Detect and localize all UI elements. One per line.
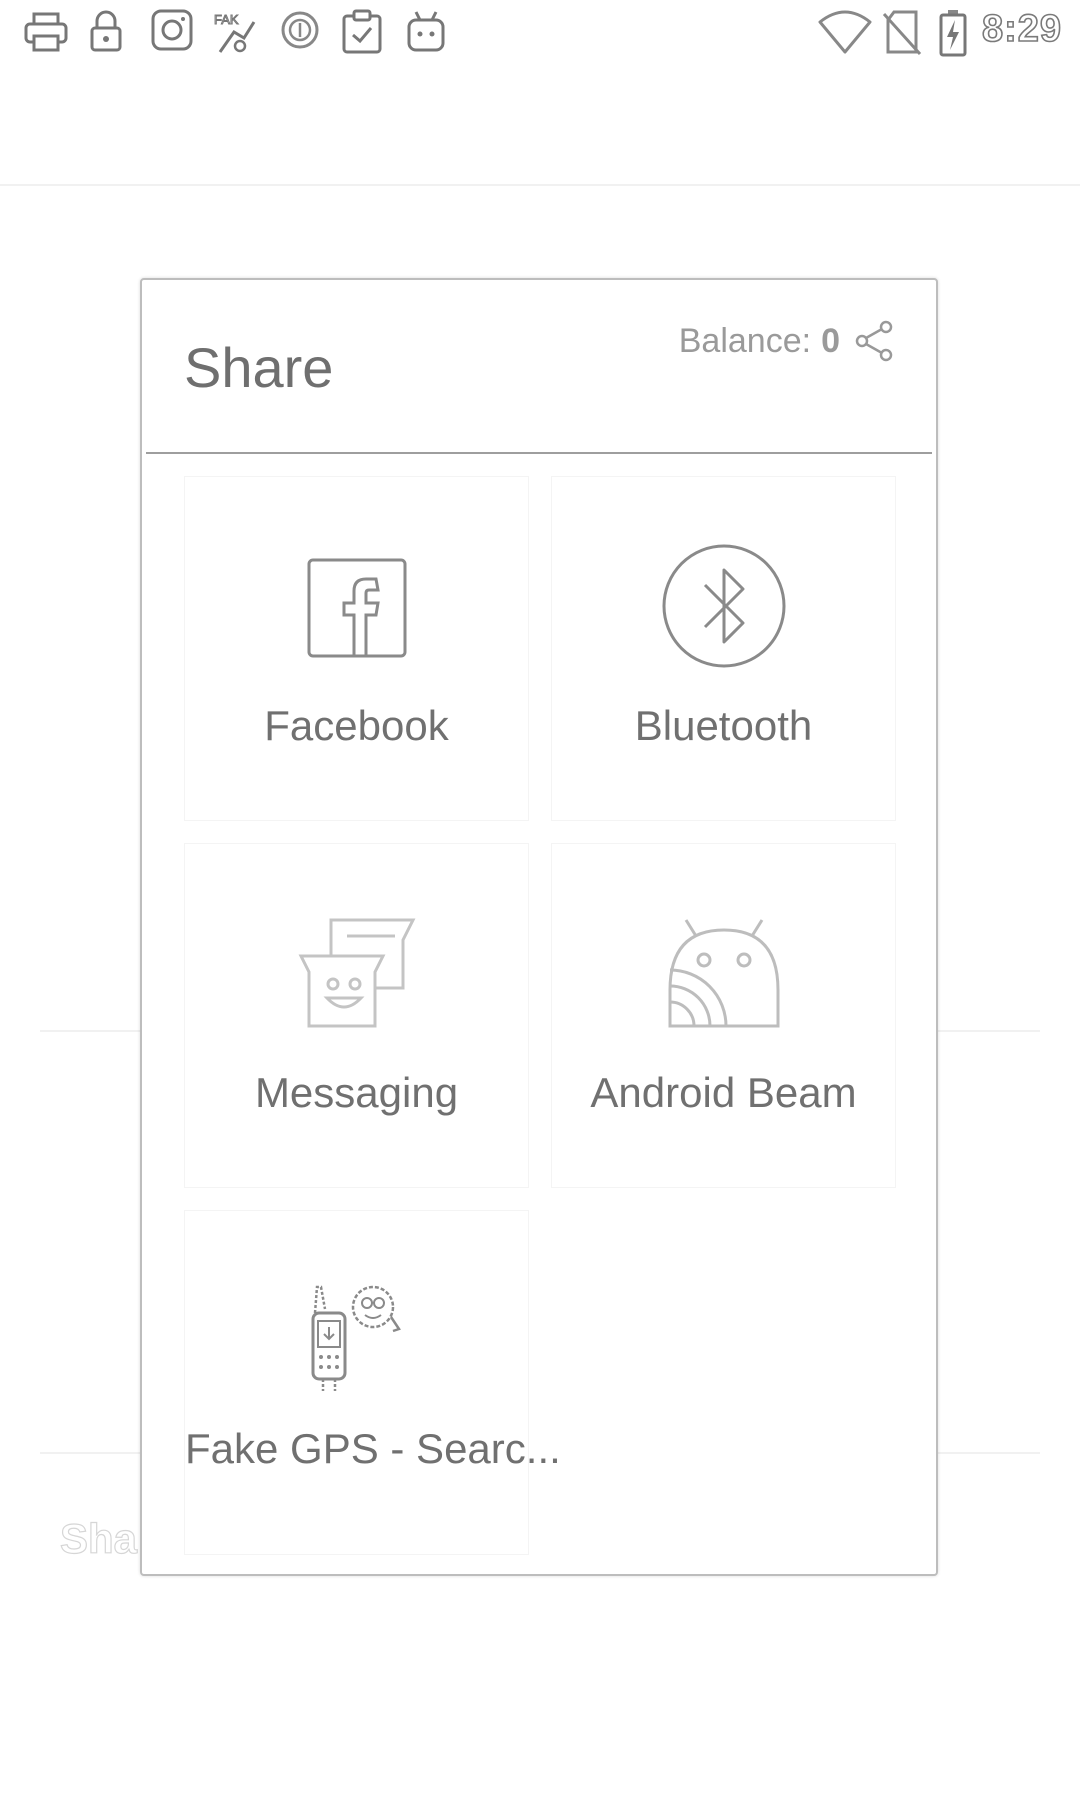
fake-gps-app-icon (311, 1285, 401, 1391)
share-icon[interactable] (854, 320, 894, 362)
balance-value: 0 (821, 321, 840, 360)
background-share-label: Sha (59, 1514, 138, 1562)
fake-gps-icon: FAK (214, 12, 256, 53)
no-sim-icon (882, 10, 922, 56)
wifi-icon (818, 10, 872, 54)
android-debug-icon (407, 11, 445, 52)
status-bar: FAK 8:29 (0, 0, 1080, 62)
balance-indicator: Balance: 0 (679, 320, 894, 362)
messaging-icon (298, 918, 415, 1028)
share-target-label: Facebook (264, 702, 449, 749)
share-target-android-beam[interactable]: Android Beam (551, 843, 896, 1188)
share-target-label: Fake GPS - Searc... (185, 1425, 561, 1472)
dialog-title: Share (184, 336, 334, 399)
battery-charging-icon (939, 10, 967, 57)
share-target-facebook[interactable]: Facebook (184, 476, 529, 821)
header-divider (146, 452, 932, 454)
share-target-label: Bluetooth (634, 702, 813, 749)
lock-icon (90, 10, 122, 52)
share-target-label: Android Beam (590, 1069, 857, 1116)
share-target-fake-gps[interactable]: Fake GPS - Searc... (184, 1210, 561, 1555)
facebook-icon (307, 558, 406, 658)
share-target-label: Messaging (254, 1069, 459, 1116)
share-dialog: Share Balance: 0 Facebook Bluetooth Mess… (140, 278, 938, 1576)
printer-icon (24, 12, 68, 52)
instagram-icon (151, 9, 193, 51)
clipboard-check-icon (342, 9, 382, 54)
balance-label: Balance: (678, 321, 812, 360)
clock: 8:29 (981, 7, 1063, 51)
vpn-icon (281, 11, 319, 49)
svg-text:FAK: FAK (214, 12, 239, 27)
share-target-bluetooth[interactable]: Bluetooth (551, 476, 896, 821)
android-beam-icon (668, 919, 779, 1028)
bluetooth-icon (662, 544, 785, 668)
share-target-messaging[interactable]: Messaging (184, 843, 529, 1188)
background-divider (0, 184, 1080, 186)
